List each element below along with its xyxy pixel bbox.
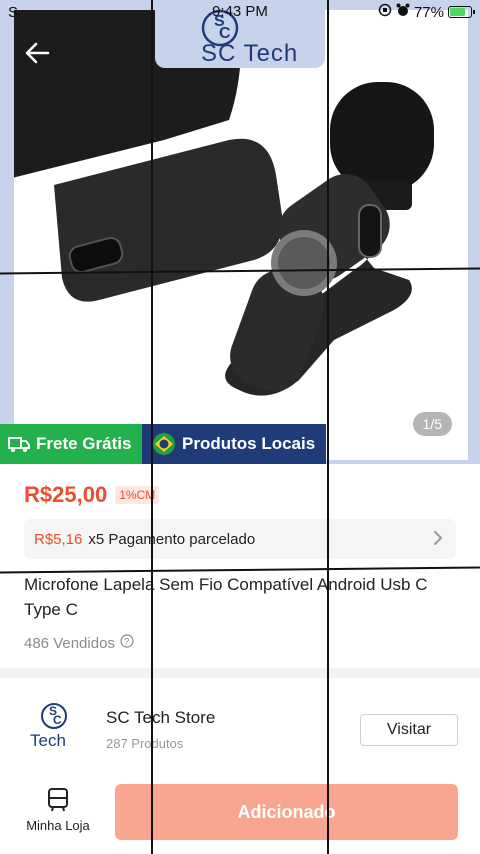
microphone-illustration (4, 10, 434, 396)
back-button[interactable] (18, 36, 58, 72)
store-logo[interactable]: S C Tech (26, 700, 82, 750)
free-shipping-label: Frete Grátis (36, 434, 132, 453)
alarm-icon (396, 3, 410, 21)
grid-overlay-line (151, 0, 153, 854)
product-price: R$25,00 (24, 482, 108, 507)
add-to-cart-button[interactable]: Adicionado (115, 784, 458, 840)
truck-icon (8, 437, 30, 452)
visit-store-button[interactable]: Visitar (360, 714, 458, 746)
photo-counter: 1/5 (412, 412, 452, 436)
sold-count-text: 486 Vendidos (24, 634, 115, 652)
free-shipping-tag: Frete Grátis (0, 424, 142, 464)
installment-text: x5 Pagamento parcelado (88, 530, 256, 548)
installment-row[interactable]: R$5,16 x5 Pagamento parcelado (24, 519, 456, 559)
product-photo (4, 10, 468, 460)
info-icon[interactable]: ? (120, 634, 134, 652)
local-products-tag: Produtos Locais (142, 424, 326, 464)
store-product-count: 287 Produtos (106, 736, 184, 751)
my-store-label: Minha Loja (26, 818, 90, 833)
battery-percent: 77% (413, 3, 444, 21)
local-products-label: Produtos Locais (182, 434, 316, 453)
orientation-lock-icon (378, 3, 392, 21)
brand-logo-text: SC Tech (201, 40, 299, 67)
installment-amount: R$5,16 (34, 530, 83, 548)
battery-level (450, 8, 465, 16)
brazil-flag-icon (153, 433, 175, 455)
store-name[interactable]: SC Tech Store (106, 708, 215, 728)
svg-text:Tech: Tech (30, 731, 66, 750)
store-icon (48, 788, 68, 812)
svg-text:?: ? (124, 637, 129, 647)
status-icons: 77% (378, 3, 475, 21)
sc-tech-store-logo: S C Tech (30, 703, 67, 750)
product-title: Microfone Lapela Sem Fio Compatível Andr… (24, 575, 428, 619)
svg-text:C: C (53, 713, 62, 727)
arrow-left-icon (25, 42, 50, 64)
section-divider (0, 668, 480, 678)
sold-count: 486 Vendidos ? (24, 634, 134, 652)
battery-icon (448, 6, 475, 18)
status-bar: S 9:43 PM 77% (0, 0, 480, 24)
product-image-carousel[interactable]: S C SC Tech 1/5 Frete Grátis Produtos Lo… (0, 0, 480, 464)
grid-overlay-line (327, 0, 329, 854)
my-store-button[interactable]: Minha Loja (20, 786, 96, 842)
chevron-right-icon (432, 529, 444, 551)
price-row: R$25,00 1%CM (24, 482, 160, 508)
